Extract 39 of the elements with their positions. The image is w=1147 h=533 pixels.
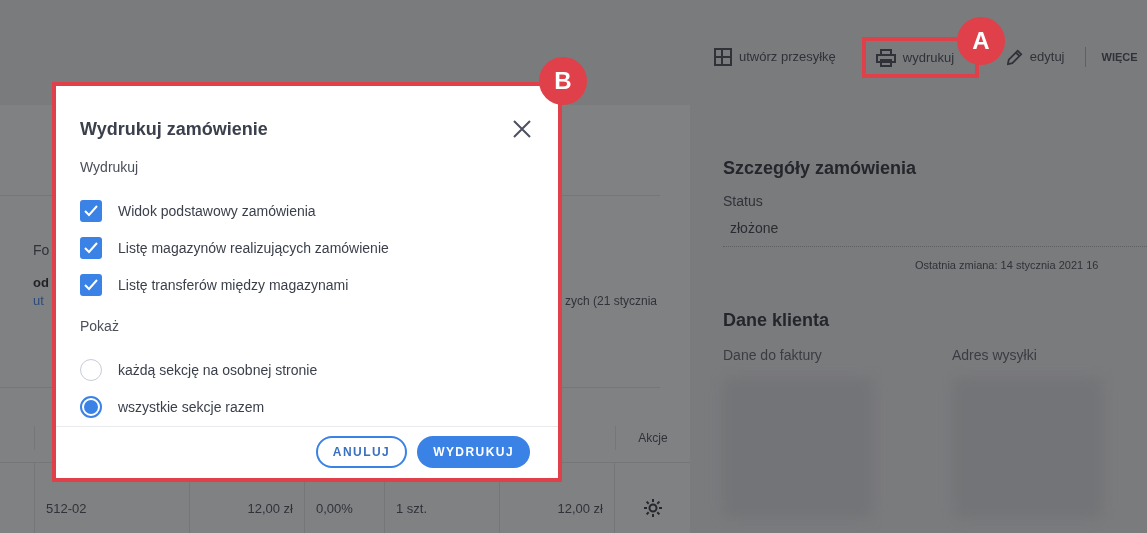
link[interactable]: ut (33, 292, 44, 310)
check-icon (84, 205, 98, 218)
dialog-title: Wydrukuj zamówienie (80, 117, 268, 141)
annotation-badge: B (539, 57, 587, 105)
field-label: Dane do faktury (723, 346, 823, 365)
name-text: od (33, 274, 49, 292)
last-change-text: Ostatnia zmiana: 14 stycznia 2021 16 (914, 258, 1100, 273)
annotation-badge: A (957, 17, 1005, 65)
toolbar-button[interactable]: utwórz przesyłkę (714, 45, 836, 69)
dialog-button[interactable]: ANULUJ (315, 436, 408, 469)
table-icon (714, 48, 732, 66)
option-label: każdą sekcję na osobnej stronie (118, 360, 318, 380)
group-label: Wydrukuj (80, 157, 140, 177)
column-header: Akcje (615, 426, 690, 450)
label-text: Fo (33, 241, 50, 260)
more-button[interactable]: WIĘCE (1101, 45, 1138, 69)
toolbar-button[interactable]: wydrukuj (875, 45, 955, 70)
option-label: Listę transferów między magazynami (118, 275, 349, 295)
status-field[interactable]: złożone (723, 213, 1147, 247)
dialog-button[interactable]: WYDRUKUJ (417, 436, 530, 469)
option-label: wszystkie sekcje razem (118, 397, 265, 417)
check-icon (84, 279, 98, 292)
group-label: Pokaż (80, 316, 120, 336)
option-label: Widok podstawowy zamówienia (118, 201, 316, 221)
checkbox[interactable] (80, 237, 102, 260)
settings-icon[interactable] (642, 498, 663, 518)
toolbar-button[interactable]: edytuj (1006, 45, 1065, 69)
pencil-icon (1006, 48, 1023, 66)
printer-icon (875, 48, 896, 67)
section-title: Dane klienta (723, 309, 831, 332)
date-text: zych (21 stycznia (564, 293, 657, 310)
check-icon (84, 242, 98, 255)
checkbox[interactable] (80, 274, 102, 297)
section-title: Szczegóły zamówienia (723, 157, 918, 180)
field-label: Status (723, 192, 764, 211)
field-label: Adres wysyłki (952, 346, 1037, 365)
option-label: Listę magazynów realizujących zamówienie (118, 238, 389, 258)
radio-button[interactable] (80, 396, 102, 419)
checkbox[interactable] (80, 200, 102, 223)
